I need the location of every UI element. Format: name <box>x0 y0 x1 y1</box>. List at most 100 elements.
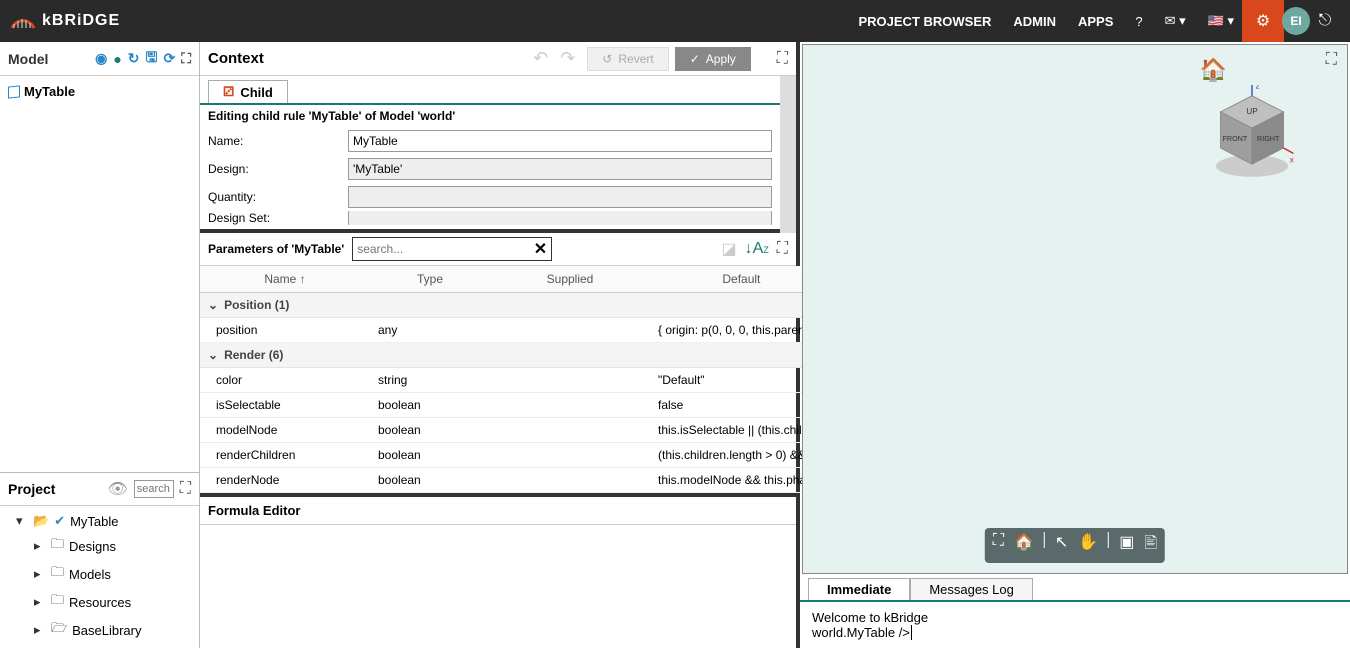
project-child-models[interactable]: ▸ 🗀 Models <box>16 560 199 588</box>
help-icon[interactable]: ? <box>1135 14 1142 29</box>
locale-flag-icon[interactable]: 🇺🇸 ▾ <box>1208 13 1234 29</box>
sort-asc-icon: ↑ <box>300 272 306 286</box>
model-panel-title: Model <box>8 51 48 67</box>
col-type[interactable]: Type <box>370 266 490 292</box>
project-child-resources[interactable]: ▸ 🗀 Resources <box>16 588 199 616</box>
nav-admin[interactable]: ADMIN <box>1013 14 1056 29</box>
param-row[interactable]: renderNodebooleanthis.modelNode && this.… <box>200 468 833 493</box>
param-row[interactable]: positionany{ origin: p(0, 0, 0, this.par… <box>200 318 833 343</box>
context-scrollbar[interactable] <box>780 76 796 233</box>
signout-button[interactable]: ⎋ <box>1310 12 1340 30</box>
revert-label: Revert <box>618 52 653 66</box>
nav-project-browser[interactable]: PROJECT BROWSER <box>858 14 991 29</box>
vp-box-icon[interactable]: ▣ <box>1119 532 1134 559</box>
reload-icon[interactable]: ⟳ <box>163 50 175 67</box>
col-supplied[interactable]: Supplied <box>490 266 650 292</box>
svg-text:x: x <box>1290 155 1294 164</box>
params-expand-icon[interactable]: ⛶ <box>777 240 788 258</box>
gear-icon: ⚙ <box>1256 11 1270 31</box>
console-body[interactable]: Welcome to kBridge world.MyTable /> <box>800 602 1350 648</box>
save-icon[interactable]: 🖫 <box>146 47 158 71</box>
home-icon[interactable]: 🏠 <box>1200 57 1227 83</box>
svg-text:z: z <box>1256 85 1260 91</box>
settings-button[interactable]: ⚙ <box>1242 0 1284 42</box>
vp-pan-icon[interactable]: ✋ <box>1078 532 1098 559</box>
caret-right-icon: ▸ <box>34 622 46 638</box>
params-search-input[interactable] <box>357 242 534 256</box>
revert-button: ↺ Revert <box>587 47 668 71</box>
params-title: Parameters of 'MyTable' <box>208 242 344 256</box>
quantity-input[interactable] <box>348 186 772 208</box>
folder-open-icon: 📂 <box>33 513 49 529</box>
project-panel-header: Project 👁 ⛶ <box>0 472 199 506</box>
model-tree-root[interactable]: MyTable <box>8 82 191 101</box>
designset-input[interactable] <box>348 211 772 225</box>
caret-right-icon: ▸ <box>34 594 46 610</box>
revert-icon: ↺ <box>602 52 612 66</box>
params-header: Parameters of 'MyTable' ✕ ◪ ↓AZ ⛶ <box>200 233 796 266</box>
folder-icon: 🗀 <box>51 535 64 557</box>
clear-search-icon[interactable]: ✕ <box>534 239 547 259</box>
brand-logo: kBRiDGE <box>10 12 120 30</box>
param-row[interactable]: isSelectablebooleanfalse <box>200 393 833 418</box>
params-grid-header: Name ↑ Type Supplied Default <box>200 266 833 293</box>
signout-icon: ⎋ <box>1319 12 1332 30</box>
project-root[interactable]: ▾ 📂 ✔ MyTable <box>16 510 199 532</box>
folder-icon: 🗀 <box>51 591 64 613</box>
check-circle-icon: ✔ <box>54 513 65 529</box>
model-panel-header: Model ◉ ● ↻ 🖫 ⟳ ⛶ <box>0 42 199 76</box>
design-input[interactable] <box>348 158 772 180</box>
project-child-designs[interactable]: ▸ 🗀 Designs <box>16 532 199 560</box>
chevron-down-icon: ⌄ <box>208 348 218 362</box>
param-row[interactable]: modelNodebooleanthis.isSelectable || (th… <box>200 418 833 443</box>
eraser-icon[interactable]: ◪ <box>722 239 737 259</box>
visibility-icon[interactable]: 👁 <box>107 479 127 499</box>
context-expand-icon[interactable]: ⛶ <box>777 50 788 68</box>
sort-az-icon[interactable]: ↓AZ <box>745 240 769 258</box>
vp-select-icon[interactable]: ↖ <box>1055 532 1068 559</box>
project-search-input[interactable] <box>134 480 174 498</box>
nav-apps[interactable]: APPS <box>1078 14 1113 29</box>
dot-icon[interactable]: ● <box>113 51 121 67</box>
vp-home-icon[interactable]: 🏠 <box>1014 532 1034 559</box>
col-name[interactable]: Name <box>264 272 296 286</box>
user-avatar[interactable]: EI <box>1282 7 1310 35</box>
mail-icon[interactable]: ✉ ▾ <box>1165 13 1186 29</box>
viewport-expand-icon[interactable]: ⛶ <box>1326 51 1337 69</box>
formula-editor-body[interactable] <box>200 525 796 648</box>
expand-icon[interactable]: ⛶ <box>181 50 191 67</box>
name-input[interactable] <box>348 130 772 152</box>
view-cube[interactable]: UP FRONT RIGHT z x <box>1207 85 1297 175</box>
params-search[interactable]: ✕ <box>352 237 552 261</box>
refresh-icon[interactable]: ↻ <box>128 50 140 67</box>
play-icon[interactable]: ◉ <box>95 50 107 67</box>
logo-arch-icon <box>10 12 36 30</box>
project-root-label: MyTable <box>70 514 118 529</box>
child-tab-label: Child <box>240 85 273 100</box>
param-group[interactable]: ⌄Render (6) <box>200 343 833 368</box>
project-child-baselibrary[interactable]: ▸ 🗁 BaseLibrary <box>16 616 199 644</box>
project-child-label: Designs <box>69 539 116 554</box>
tab-immediate[interactable]: Immediate <box>808 578 910 600</box>
top-nav: PROJECT BROWSER ADMIN APPS ? ✉ ▾ 🇺🇸 ▾ <box>858 13 1234 29</box>
child-tab[interactable]: ⚂ Child <box>208 80 288 103</box>
viewport-toolbar: ⛶ 🏠 ↖ ✋ ▣ 🖹 <box>985 528 1165 563</box>
param-row[interactable]: colorstring"Default" <box>200 368 833 393</box>
project-expand-icon[interactable]: ⛶ <box>180 480 191 498</box>
tab-messages-log[interactable]: Messages Log <box>910 578 1033 600</box>
vp-pdf-icon[interactable]: 🖹 <box>1144 532 1157 559</box>
project-child-label: BaseLibrary <box>72 623 141 638</box>
apply-button[interactable]: ✓ Apply <box>675 47 751 71</box>
param-row[interactable]: renderChildrenboolean(this.children.leng… <box>200 443 833 468</box>
param-group[interactable]: ⌄Position (1) <box>200 293 833 318</box>
context-title: Context <box>208 50 264 67</box>
topbar: kBRiDGE PROJECT BROWSER ADMIN APPS ? ✉ ▾… <box>0 0 1350 42</box>
vp-fit-icon[interactable]: ⛶ <box>993 532 1004 559</box>
viewport-3d[interactable]: ⛶ 🏠 UP FRONT RIGHT z x ⛶ <box>802 44 1348 574</box>
apply-label: Apply <box>706 52 736 66</box>
console-prompt: world.MyTable /> <box>812 625 1338 640</box>
name-label: Name: <box>208 134 348 148</box>
redo-icon[interactable]: ↷ <box>560 48 575 69</box>
quantity-label: Quantity: <box>208 190 348 204</box>
undo-icon[interactable]: ↶ <box>533 48 548 69</box>
